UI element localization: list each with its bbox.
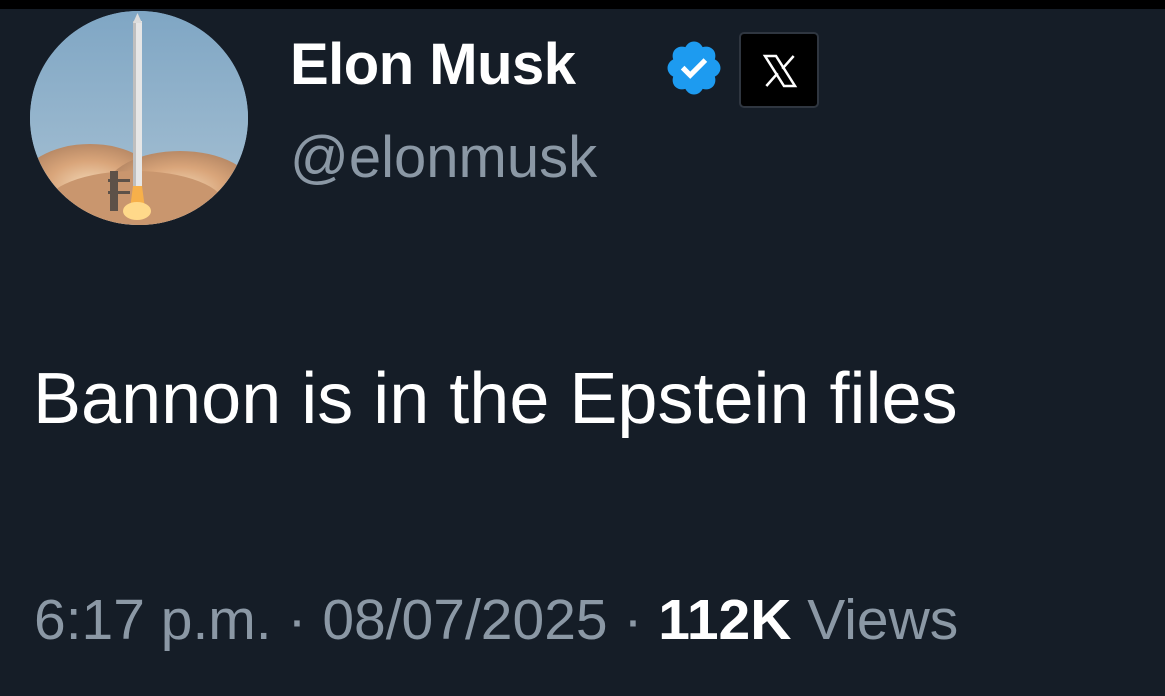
meta-separator: ·	[287, 588, 307, 652]
views-label: Views	[807, 588, 959, 652]
tweet-metadata: 6:17 p.m. · 08/07/2025 · 112K Views	[34, 592, 958, 649]
x-affiliate-badge[interactable]	[739, 32, 819, 108]
verified-badge-icon	[667, 41, 721, 95]
rocket-launch-image	[30, 11, 248, 225]
tweet-card: Elon Musk @elonmusk Bannon is in the Eps…	[0, 0, 1165, 696]
meta-separator: ·	[623, 588, 643, 652]
tweet-date[interactable]: 08/07/2025	[322, 588, 607, 652]
x-logo-icon	[762, 54, 798, 88]
tweet-text: Bannon is in the Epstein files	[33, 359, 958, 439]
avatar[interactable]	[30, 11, 248, 225]
user-handle[interactable]: @elonmusk	[290, 129, 597, 187]
display-name[interactable]: Elon Musk	[290, 36, 576, 94]
tweet-time[interactable]: 6:17 p.m.	[34, 588, 272, 652]
views-count[interactable]: 112K	[658, 588, 791, 652]
